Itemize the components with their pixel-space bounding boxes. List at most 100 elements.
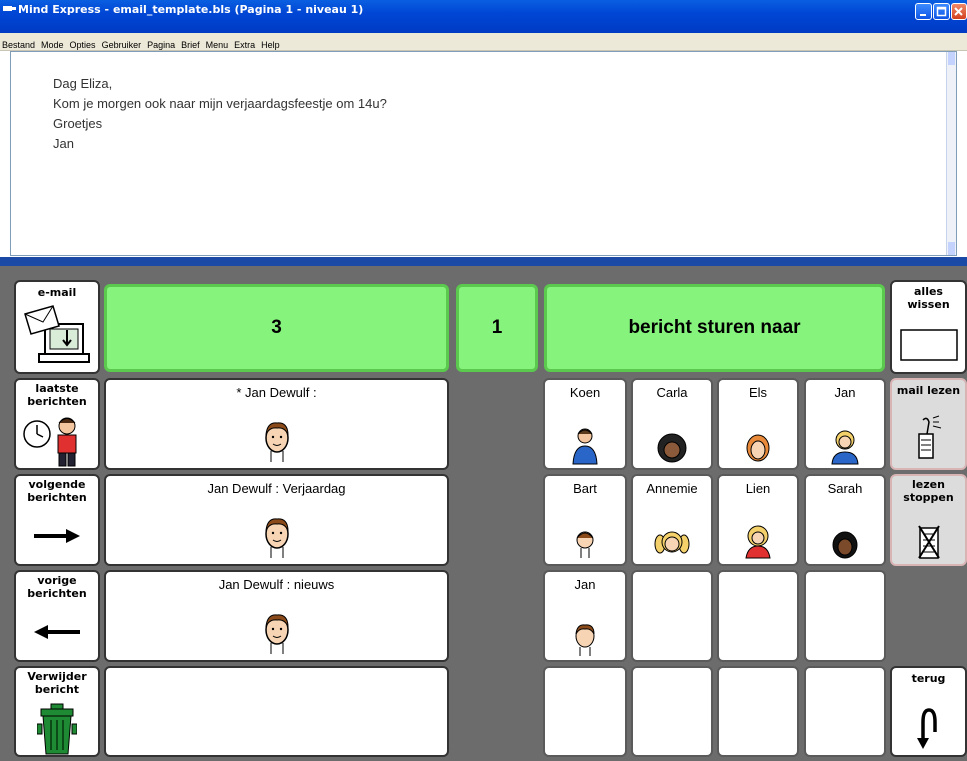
read-mail-button[interactable]: mail lezen: [890, 378, 967, 470]
latest-messages-button[interactable]: laatste berichten: [14, 378, 100, 470]
person-face-icon: [264, 422, 289, 462]
next-messages-button[interactable]: volgende berichten: [14, 474, 100, 566]
contact-jan-2[interactable]: Jan: [543, 570, 627, 662]
clear-all-label-2: wissen: [907, 298, 950, 311]
page-number: 1: [491, 317, 503, 338]
contact-name: Jan: [834, 385, 856, 400]
message-subject: * Jan Dewulf :: [236, 385, 317, 400]
man-blond-icon: [831, 430, 859, 465]
speaker-paper-icon: [917, 415, 941, 459]
contact-empty[interactable]: [804, 666, 886, 757]
empty-box-icon: [899, 329, 958, 361]
contact-empty[interactable]: [717, 570, 799, 662]
stop-reading-button[interactable]: lezen stoppen: [890, 474, 967, 566]
contact-bart[interactable]: Bart: [543, 474, 627, 566]
vertical-scrollbar[interactable]: [946, 52, 956, 255]
menu-opties[interactable]: Opties: [67, 38, 99, 50]
contact-name: Bart: [573, 481, 597, 496]
person-face-icon: [264, 518, 289, 558]
letter-line: Dag Eliza,: [53, 76, 113, 91]
contact-empty[interactable]: [717, 666, 799, 757]
contact-name: Jan: [574, 577, 596, 592]
divider-bar: [0, 257, 967, 266]
menu-menu[interactable]: Menu: [203, 38, 232, 50]
menu-brief[interactable]: Brief: [178, 38, 203, 50]
menu-extra[interactable]: Extra: [231, 38, 258, 50]
email-label: e-mail: [37, 286, 77, 299]
girl-dark-hair-icon: [657, 433, 687, 463]
contact-empty[interactable]: [804, 570, 886, 662]
delete-message-button[interactable]: Verwijder bericht: [14, 666, 100, 757]
page-number-display: 1: [456, 284, 538, 372]
close-button[interactable]: [951, 3, 967, 20]
delete-message-label-2: bericht: [34, 683, 80, 696]
latest-messages-label-1: laatste: [35, 382, 79, 395]
send-to-display: bericht sturen naar: [544, 284, 885, 372]
message-item-empty[interactable]: [104, 666, 449, 757]
boy-icon: [572, 428, 598, 465]
letter-text-area[interactable]: Dag Eliza, Kom je morgen ook naar mijn v…: [10, 51, 957, 256]
stop-reading-label-1: lezen: [912, 478, 945, 491]
back-button[interactable]: terug: [890, 666, 967, 757]
person-face-icon: [575, 624, 595, 656]
menu-help[interactable]: Help: [258, 38, 283, 50]
contact-name: Sarah: [827, 481, 863, 496]
back-label: terug: [911, 672, 946, 685]
next-messages-label-1: volgende: [28, 478, 86, 491]
contact-annemie[interactable]: Annemie: [631, 474, 713, 566]
contact-name: Lien: [745, 481, 771, 496]
minimize-icon: [920, 14, 926, 16]
message-item-1[interactable]: * Jan Dewulf :: [104, 378, 449, 470]
next-messages-label-2: berichten: [27, 491, 87, 504]
stop-reading-label-2: stoppen: [903, 491, 954, 504]
symbol-grid: e-mail laatste berichten volgende berich…: [0, 266, 967, 761]
girl-black-hair-icon: [832, 531, 858, 559]
person-face-icon: [264, 614, 289, 654]
contact-empty[interactable]: [543, 666, 627, 757]
window-title: Mind Express - email_template.bls (Pagin…: [18, 3, 364, 16]
arrow-right-icon: [34, 529, 80, 543]
menu-gebruiker[interactable]: Gebruiker: [99, 38, 145, 50]
letter-line: Groetjes: [53, 116, 103, 131]
clear-all-button[interactable]: alles wissen: [890, 280, 967, 374]
email-button[interactable]: e-mail: [14, 280, 100, 374]
contact-carla[interactable]: Carla: [631, 378, 713, 470]
app-icon: [3, 6, 16, 11]
contact-jan[interactable]: Jan: [804, 378, 886, 470]
letter-line: Kom je morgen ook naar mijn verjaardagsf…: [53, 96, 387, 111]
u-turn-arrow-icon: [916, 708, 937, 749]
message-count-display: 3: [104, 284, 449, 372]
message-item-3[interactable]: Jan Dewulf : nieuws: [104, 570, 449, 662]
contact-lien[interactable]: Lien: [717, 474, 799, 566]
message-subject: Jan Dewulf : Verjaardag: [207, 481, 346, 496]
contact-name: Carla: [656, 385, 688, 400]
minimize-button[interactable]: [915, 3, 932, 20]
letter-line: Jan: [53, 136, 74, 151]
boy-face-icon: [576, 531, 594, 558]
menu-bestand[interactable]: Bestand: [0, 38, 38, 50]
girl-blonde-icon: [654, 531, 690, 554]
contact-empty[interactable]: [631, 666, 713, 757]
girl-red-dress-icon: [745, 525, 771, 559]
title-bar: Mind Express - email_template.bls (Pagin…: [0, 0, 967, 33]
message-item-2[interactable]: Jan Dewulf : Verjaardag: [104, 474, 449, 566]
previous-messages-button[interactable]: vorige berichten: [14, 570, 100, 662]
maximize-icon: [936, 6, 947, 17]
menu-pagina[interactable]: Pagina: [144, 38, 178, 50]
send-to-label: bericht sturen naar: [628, 317, 801, 338]
menu-bar: Bestand Mode Opties Gebruiker Pagina Brief Men…: [0, 33, 967, 51]
menu-mode[interactable]: Mode: [38, 38, 67, 50]
contact-name: Koen: [569, 385, 601, 400]
stop-reading-icon: [917, 525, 940, 559]
contact-sarah[interactable]: Sarah: [804, 474, 886, 566]
delete-message-label-1: Verwijder: [27, 670, 87, 683]
contact-empty[interactable]: [631, 570, 713, 662]
contact-els[interactable]: Els: [717, 378, 799, 470]
message-count: 3: [271, 317, 282, 338]
previous-messages-label-2: berichten: [27, 587, 87, 600]
clock-boy-icon: [23, 417, 77, 467]
contact-koen[interactable]: Koen: [543, 378, 627, 470]
previous-messages-label-1: vorige: [37, 574, 77, 587]
message-subject: Jan Dewulf : nieuws: [218, 577, 335, 592]
maximize-button[interactable]: [933, 3, 950, 20]
